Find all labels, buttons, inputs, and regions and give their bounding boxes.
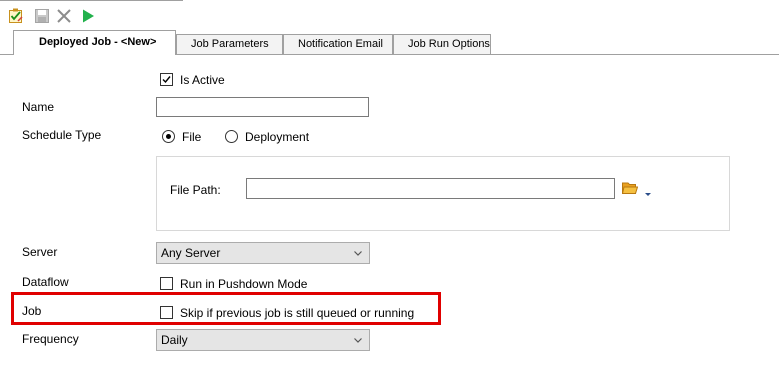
toolbar-top-border [0,0,183,1]
server-label: Server [22,245,58,259]
folder-dropdown-arrow-icon[interactable] [644,186,652,196]
run-icon[interactable] [80,8,96,24]
frequency-label: Frequency [22,332,79,346]
file-path-panel: File Path: [156,156,730,231]
tab-strip: Deployed Job - <New> Job Parameters Noti… [0,30,779,55]
frequency-select-value: Daily [161,333,188,347]
radio-deployment[interactable] [225,130,238,143]
tab-job-parameters[interactable]: Job Parameters [176,34,283,54]
server-select-value: Any Server [161,246,221,260]
tab-deployed-job[interactable]: Deployed Job - <New> [13,30,176,55]
server-select[interactable]: Any Server [156,242,370,264]
is-active-checkbox[interactable] [160,73,173,86]
highlight-rectangle [11,292,441,325]
dataflow-label: Dataflow [22,275,69,289]
save-icon[interactable] [34,8,50,24]
radio-file-label: File [182,130,202,144]
name-field[interactable] [156,97,369,117]
toolbar [0,0,779,30]
edit-checklist-icon[interactable] [8,8,24,24]
name-label: Name [22,100,55,114]
file-path-input[interactable] [246,178,615,199]
tab-notification-email[interactable]: Notification Email [283,34,393,54]
frequency-select[interactable]: Daily [156,329,370,351]
radio-file[interactable] [162,130,175,143]
folder-browse-icon[interactable] [621,181,639,195]
tab-job-run-options[interactable]: Job Run Options [393,34,491,54]
pushdown-checkbox[interactable] [160,277,173,290]
radio-file-selected-dot [166,134,171,139]
schedule-type-label: Schedule Type [22,128,102,142]
pushdown-label: Run in Pushdown Mode [180,277,308,291]
chevron-down-icon [354,338,362,343]
file-path-label: File Path: [170,183,221,197]
radio-deployment-label: Deployment [245,130,310,144]
is-active-label: Is Active [180,73,225,87]
chevron-down-icon [354,251,362,256]
close-icon[interactable] [56,8,72,24]
